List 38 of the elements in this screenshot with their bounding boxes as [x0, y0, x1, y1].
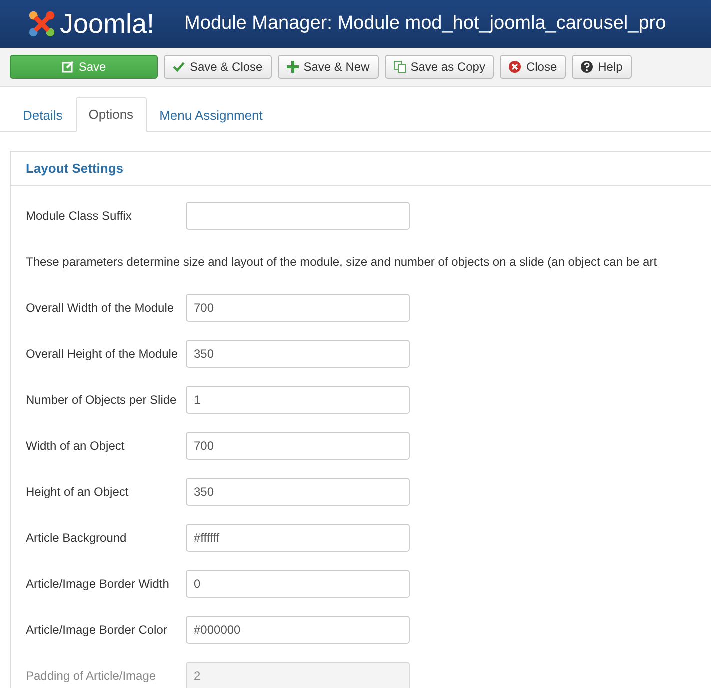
toolbar-button[interactable]: Save & Close — [164, 55, 272, 79]
tab[interactable]: Options — [76, 97, 147, 132]
input-field[interactable]: 700 — [186, 294, 410, 322]
field-label: Module Class Suffix — [26, 209, 133, 223]
tab[interactable]: Details — [10, 97, 76, 132]
field-label: Article/Image Border Width — [26, 577, 170, 591]
logo-text: Joomla! — [60, 8, 155, 40]
input-field[interactable]: #000000 — [186, 616, 410, 644]
field-label: Overall Width of the Module — [26, 301, 176, 315]
plus-icon — [286, 61, 299, 73]
copy-icon — [394, 61, 406, 73]
field-label: Article Background — [26, 531, 128, 545]
field-label: Height of an Object — [26, 485, 130, 499]
close-icon — [509, 61, 522, 73]
input-field[interactable] — [186, 202, 410, 230]
panel-title: Layout Settings — [11, 152, 711, 186]
input-field[interactable]: 700 — [186, 432, 410, 460]
input-field[interactable]: 350 — [186, 340, 410, 368]
field-label: Overall Height of the Module — [26, 347, 180, 361]
input-field[interactable]: #ffffff — [186, 524, 410, 552]
field-label: Number of Objects per Slide — [26, 393, 178, 407]
field-label: Article/Image Border Color — [26, 623, 168, 637]
toolbar-button[interactable]: Save & New — [278, 55, 379, 79]
input-field[interactable]: 350 — [186, 478, 410, 506]
field-label: Padding of Article/Image — [26, 669, 158, 683]
page-title: Module Manager: Module mod_hot_joomla_carousel_pro — [184, 13, 666, 35]
input-field[interactable]: 0 — [186, 570, 410, 598]
field-label: Width of an Object — [26, 439, 126, 453]
edit-icon — [62, 61, 74, 73]
joomla-logo-icon — [28, 10, 56, 38]
toolbar-button[interactable]: Help — [572, 55, 632, 79]
help-icon — [581, 61, 594, 73]
input-field[interactable]: 1 — [186, 386, 410, 414]
check-icon — [173, 61, 185, 73]
toolbar-button[interactable]: Save as Copy — [384, 55, 494, 79]
toolbar-button[interactable]: Close — [500, 55, 566, 79]
tab[interactable]: Menu Assignment — [146, 97, 276, 132]
description-text: These parameters determine size and layout of the module, size and number of objects on a slide (an object can be art — [26, 254, 658, 271]
